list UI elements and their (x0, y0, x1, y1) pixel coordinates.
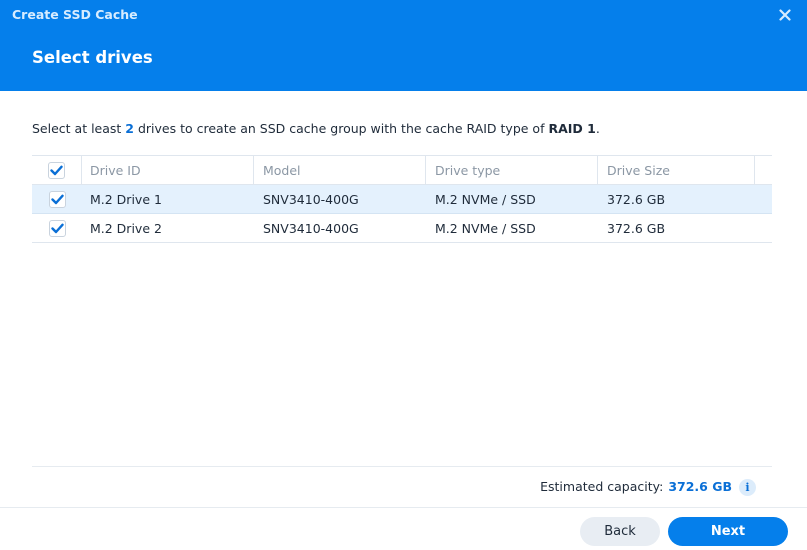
table-row[interactable]: M.2 Drive 1 SNV3410-400G M.2 NVMe / SSD … (32, 185, 772, 214)
column-header-drive-type[interactable]: Drive type (426, 156, 598, 184)
raid-type: RAID 1 (548, 121, 596, 136)
min-drives-count: 2 (125, 121, 134, 136)
header-checkbox-cell (32, 156, 82, 184)
column-header-model[interactable]: Model (254, 156, 426, 184)
window-title: Create SSD Cache (12, 7, 138, 22)
column-header-drive-id[interactable]: Drive ID (82, 156, 254, 184)
cell-drive-id: M.2 Drive 1 (90, 191, 162, 207)
checkmark-icon (50, 223, 64, 233)
row-checkbox[interactable] (48, 190, 66, 208)
instruction-text: Select at least 2 drives to create an SS… (32, 121, 600, 136)
column-header-filler (755, 156, 772, 184)
close-icon (779, 9, 791, 21)
cell-drive-id: M.2 Drive 2 (90, 220, 162, 236)
estimated-capacity: Estimated capacity: 372.6 GB (540, 479, 732, 494)
footer-divider (0, 507, 807, 508)
drives-table: Drive ID Model Drive type Drive Size M.2… (32, 155, 772, 243)
back-button[interactable]: Back (580, 517, 660, 546)
checkmark-icon (50, 194, 64, 204)
close-button[interactable] (775, 5, 795, 25)
info-icon[interactable]: i (739, 479, 756, 496)
row-checkbox-cell (32, 214, 82, 242)
step-title: Select drives (32, 48, 153, 67)
cell-model: SNV3410-400G (263, 220, 359, 236)
wizard-header: Create SSD Cache Select drives (0, 0, 807, 91)
cell-drive-type: M.2 NVMe / SSD (435, 220, 536, 236)
row-checkbox[interactable] (48, 219, 66, 237)
capacity-value: 372.6 GB (668, 479, 732, 494)
capacity-label: Estimated capacity: (540, 479, 664, 494)
cell-drive-type: M.2 NVMe / SSD (435, 191, 536, 207)
content-divider (32, 466, 772, 467)
cell-model: SNV3410-400G (263, 191, 359, 207)
next-button[interactable]: Next (668, 517, 788, 546)
cell-drive-size: 372.6 GB (607, 220, 666, 236)
row-checkbox-cell (32, 185, 82, 213)
table-header: Drive ID Model Drive type Drive Size (32, 155, 772, 185)
select-all-checkbox[interactable] (48, 161, 65, 179)
cell-drive-size: 372.6 GB (607, 191, 666, 207)
checkmark-icon (50, 165, 63, 175)
table-row[interactable]: M.2 Drive 2 SNV3410-400G M.2 NVMe / SSD … (32, 214, 772, 243)
instruction-prefix: Select at least (32, 121, 126, 136)
column-header-drive-size[interactable]: Drive Size (598, 156, 755, 184)
instruction-suffix: . (595, 121, 600, 136)
instruction-middle: drives to create an SSD cache group with… (133, 121, 549, 136)
